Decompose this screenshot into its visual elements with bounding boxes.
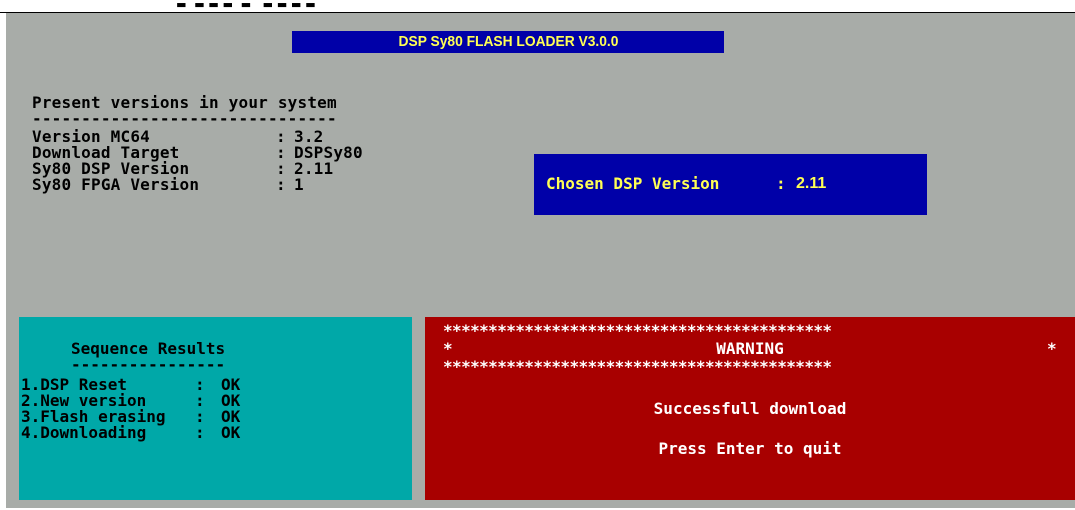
sequence-results-panel: Sequence Results ---------------- 1.DSP … xyxy=(19,317,412,500)
sequence-item-sep: : xyxy=(195,423,205,442)
warning-heading: WARNING xyxy=(716,339,784,358)
version-row-value: 1 xyxy=(294,175,304,194)
chosen-version-label: Chosen DSP Version xyxy=(546,174,720,193)
warning-panel: ****************************************… xyxy=(425,317,1075,500)
success-message: Successfull download xyxy=(653,399,847,418)
warning-border-bottom: ****************************************… xyxy=(443,357,832,376)
quit-prompt: Press Enter to quit xyxy=(658,439,842,458)
app-title: DSP Sy80 FLASH LOADER V3.0.0 xyxy=(398,33,618,50)
sequence-item-label: 4.Downloading xyxy=(21,423,147,442)
chosen-version-panel: Chosen DSP Version : 2.11 xyxy=(534,154,927,215)
version-row-label: Sy80 FPGA Version xyxy=(32,175,200,194)
chosen-version-sep: : xyxy=(776,174,786,193)
version-row-sep: : xyxy=(276,175,286,194)
warning-border-right: * xyxy=(1047,339,1057,358)
warning-border-top: ****************************************… xyxy=(443,321,832,340)
top-strip: ▬ ▬ ▬ ▬ ▬ ▬ ▬ ▬ ▬ xyxy=(0,0,1075,13)
chosen-version-value: 2.11 xyxy=(796,175,827,192)
dos-screen: DSP Sy80 FLASH LOADER V3.0.0 Present ver… xyxy=(6,13,1075,508)
app-title-bar: DSP Sy80 FLASH LOADER V3.0.0 xyxy=(292,31,724,53)
sequence-results-underline: ---------------- xyxy=(71,355,226,374)
sequence-item-status: OK xyxy=(221,423,241,442)
present-versions-underline: ------------------------------- xyxy=(32,109,337,128)
